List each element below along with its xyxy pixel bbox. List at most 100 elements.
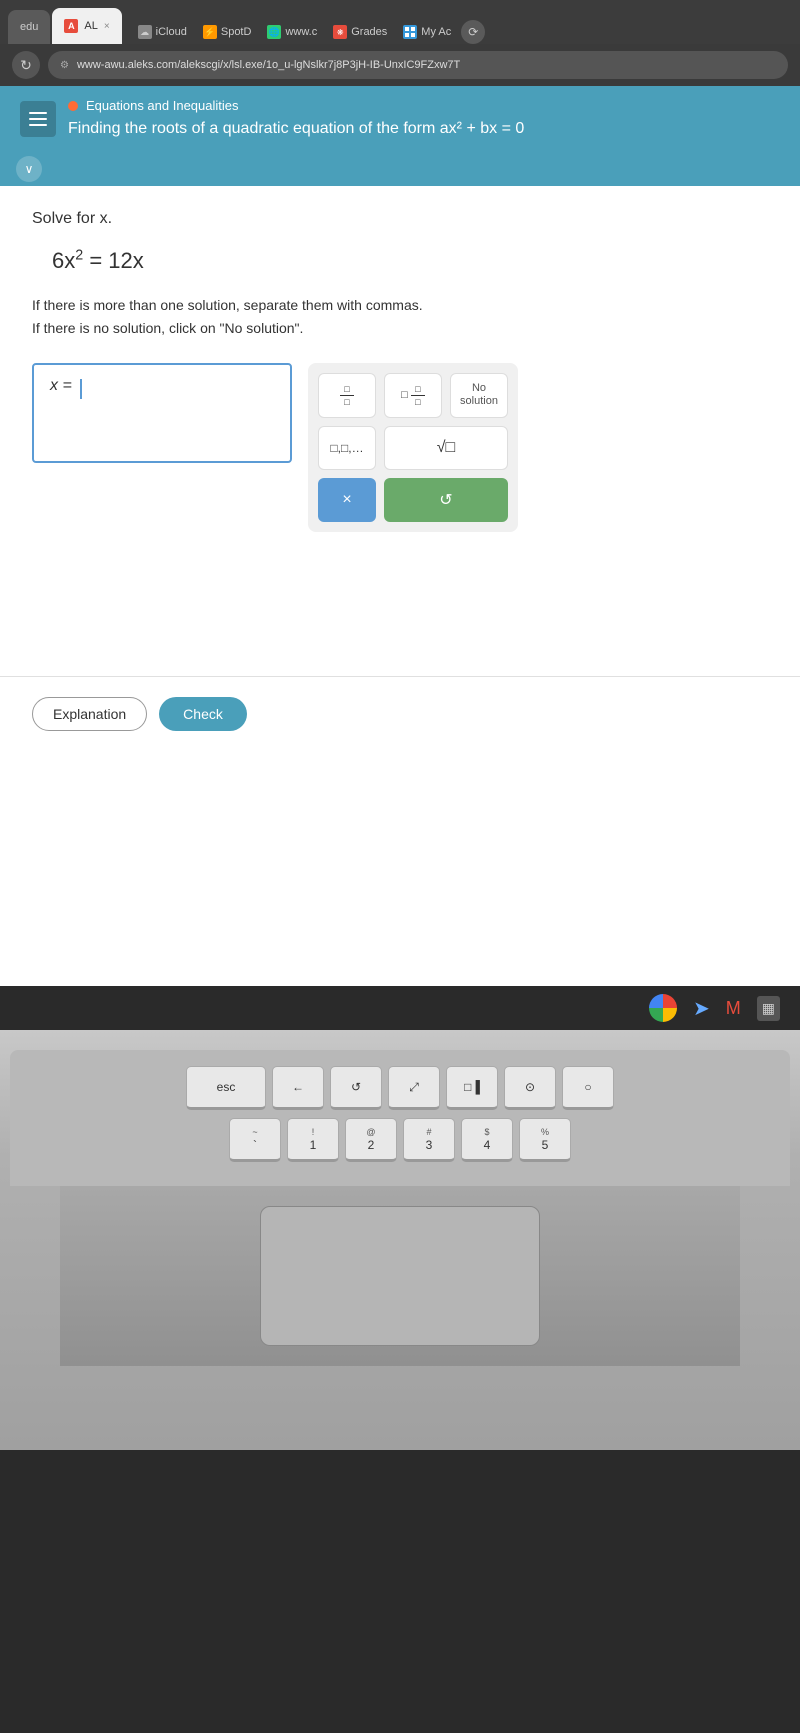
key-1[interactable]: ! 1: [287, 1118, 339, 1162]
mixed-fraction-icon: □ □ □: [401, 384, 425, 407]
sqrt-btn[interactable]: √□: [384, 426, 508, 470]
bookmark-myac[interactable]: My Ac: [397, 23, 457, 41]
bookmark-www[interactable]: 🌐 www.c: [261, 23, 323, 41]
tab-al-active[interactable]: A AL ×: [52, 8, 121, 44]
keyboard-bezel: esc ← ↺ ⤢ □▐ ⊙ ○ ~ `: [10, 1050, 790, 1186]
section-label: Equations and Inequalities: [86, 98, 239, 113]
key-2-main: 2: [368, 1138, 375, 1152]
key-esc[interactable]: esc: [186, 1066, 266, 1110]
key-circle-label: ○: [584, 1080, 591, 1094]
key-screenshot-label: ⊙: [525, 1080, 535, 1094]
chevron-row: ∨: [0, 152, 800, 186]
key-circle[interactable]: ○: [562, 1066, 614, 1110]
content-spacer: [32, 572, 768, 652]
bookmark-icloud-label: iCloud: [156, 26, 187, 38]
solution-instructions: If there is more than one solution, sepa…: [32, 294, 768, 339]
key-fullscreen-label: ⤢: [409, 1080, 419, 1095]
equation-text: 6x2 = 12x: [52, 248, 144, 273]
key-3[interactable]: # 3: [403, 1118, 455, 1162]
collapse-btn[interactable]: ∨: [16, 156, 42, 182]
undo-btn[interactable]: ↺: [384, 478, 508, 522]
tab-al-label: AL: [84, 20, 97, 32]
tab-edu-label: edu: [20, 21, 38, 33]
bookmark-myac-label: My Ac: [421, 26, 451, 38]
chrome-system-icon[interactable]: [649, 994, 677, 1022]
mail-system-icon[interactable]: M: [726, 998, 741, 1019]
key-window[interactable]: □▐: [446, 1066, 498, 1110]
trackpad[interactable]: [260, 1206, 540, 1346]
key-1-top: !: [312, 1127, 315, 1137]
key-fullscreen[interactable]: ⤢: [388, 1066, 440, 1110]
mixed-frac-symbol: □ □: [411, 384, 425, 407]
solution-note-1: If there is more than one solution, sepa…: [32, 294, 768, 316]
aleks-header-row: Equations and Inequalities Finding the r…: [20, 98, 780, 140]
clear-btn[interactable]: ×: [318, 478, 376, 522]
math-keyboard: □ □ □ □ □ Nos: [308, 363, 518, 532]
fraction-btn[interactable]: □ □: [318, 373, 376, 418]
address-field[interactable]: ⚙ www-awu.aleks.com/alekscgi/x/lsl.exe/1…: [48, 51, 788, 79]
key-back[interactable]: ←: [272, 1066, 324, 1110]
no-solution-btn[interactable]: Nosolution: [450, 373, 508, 418]
no-solution-label: Nosolution: [460, 382, 498, 408]
clear-icon: ×: [342, 491, 351, 509]
icloud-icon: ☁: [138, 25, 152, 39]
main-content: Solve for x. 6x2 = 12x If there is more …: [0, 186, 800, 676]
grid-system-icon[interactable]: ▦: [757, 996, 780, 1021]
hamburger-line-2: [29, 118, 47, 120]
solve-instruction: Solve for x.: [32, 210, 768, 228]
key-4-main: 4: [484, 1138, 491, 1152]
menu-hamburger-btn[interactable]: [20, 101, 56, 137]
bookmark-www-label: www.c: [285, 26, 317, 38]
tab-edu[interactable]: edu: [8, 10, 50, 44]
key-2-top: @: [366, 1127, 375, 1137]
bookmark-grades[interactable]: ❋ Grades: [327, 23, 393, 41]
hamburger-line-1: [29, 112, 47, 114]
key-esc-label: esc: [217, 1080, 236, 1094]
fn-key-row: esc ← ↺ ⤢ □▐ ⊙ ○: [30, 1066, 770, 1110]
more-tabs-btn[interactable]: ⟳: [461, 20, 485, 44]
bottom-buttons: Explanation Check: [0, 676, 800, 751]
browser-frame: edu A AL × ☁ iCloud ⚡ SpotD 🌐 www.c ❋: [0, 0, 800, 86]
number-key-row: ~ ` ! 1 @ 2 # 3 $ 4 % 5: [30, 1118, 770, 1162]
spotd-icon: ⚡: [203, 25, 217, 39]
undo-icon: ↺: [439, 490, 452, 510]
bookmark-spotd[interactable]: ⚡ SpotD: [197, 23, 258, 41]
system-bar: ➤ M ▦: [0, 986, 800, 1030]
key-reload[interactable]: ↺: [330, 1066, 382, 1110]
key-2[interactable]: @ 2: [345, 1118, 397, 1162]
answer-cursor: [80, 379, 82, 399]
key-3-top: #: [426, 1127, 431, 1137]
equation-display: 6x2 = 12x: [32, 248, 768, 274]
answer-area: x = □ □ □ □: [32, 363, 768, 532]
nav-reload-btn[interactable]: ↻: [12, 51, 40, 79]
key-4-top: $: [484, 1127, 489, 1137]
key-tilde-main: `: [253, 1138, 257, 1152]
key-5[interactable]: % 5: [519, 1118, 571, 1162]
answer-prefix: x =: [50, 377, 72, 395]
bookmark-icloud[interactable]: ☁ iCloud: [132, 23, 193, 41]
trackpad-area[interactable]: [60, 1186, 740, 1366]
hamburger-line-3: [29, 124, 47, 126]
key-tilde-top: ~: [252, 1127, 257, 1137]
bookmark-spotd-label: SpotD: [221, 26, 252, 38]
check-btn[interactable]: Check: [159, 697, 247, 731]
key-tilde[interactable]: ~ `: [229, 1118, 281, 1162]
address-text: www-awu.aleks.com/alekscgi/x/lsl.exe/1o_…: [77, 59, 460, 71]
solution-note-2: If there is no solution, click on "No so…: [32, 317, 768, 339]
security-icon: ⚙: [60, 60, 69, 71]
aleks-header: Equations and Inequalities Finding the r…: [0, 86, 800, 152]
explanation-btn[interactable]: Explanation: [32, 697, 147, 731]
sequence-btn[interactable]: □,□,…: [318, 426, 376, 470]
myac-icon: [403, 25, 417, 39]
key-4[interactable]: $ 4: [461, 1118, 513, 1162]
header-text-area: Equations and Inequalities Finding the r…: [68, 98, 780, 140]
arrow-system-icon[interactable]: ➤: [693, 996, 710, 1021]
www-icon: 🌐: [267, 25, 281, 39]
bookmark-grades-label: Grades: [351, 26, 387, 38]
tab-close-btn[interactable]: ×: [104, 21, 110, 32]
mixed-fraction-btn[interactable]: □ □ □: [384, 373, 442, 418]
answer-input-box[interactable]: x =: [32, 363, 292, 463]
key-screenshot[interactable]: ⊙: [504, 1066, 556, 1110]
grades-icon: ❋: [333, 25, 347, 39]
aleks-container: Equations and Inequalities Finding the r…: [0, 86, 800, 986]
